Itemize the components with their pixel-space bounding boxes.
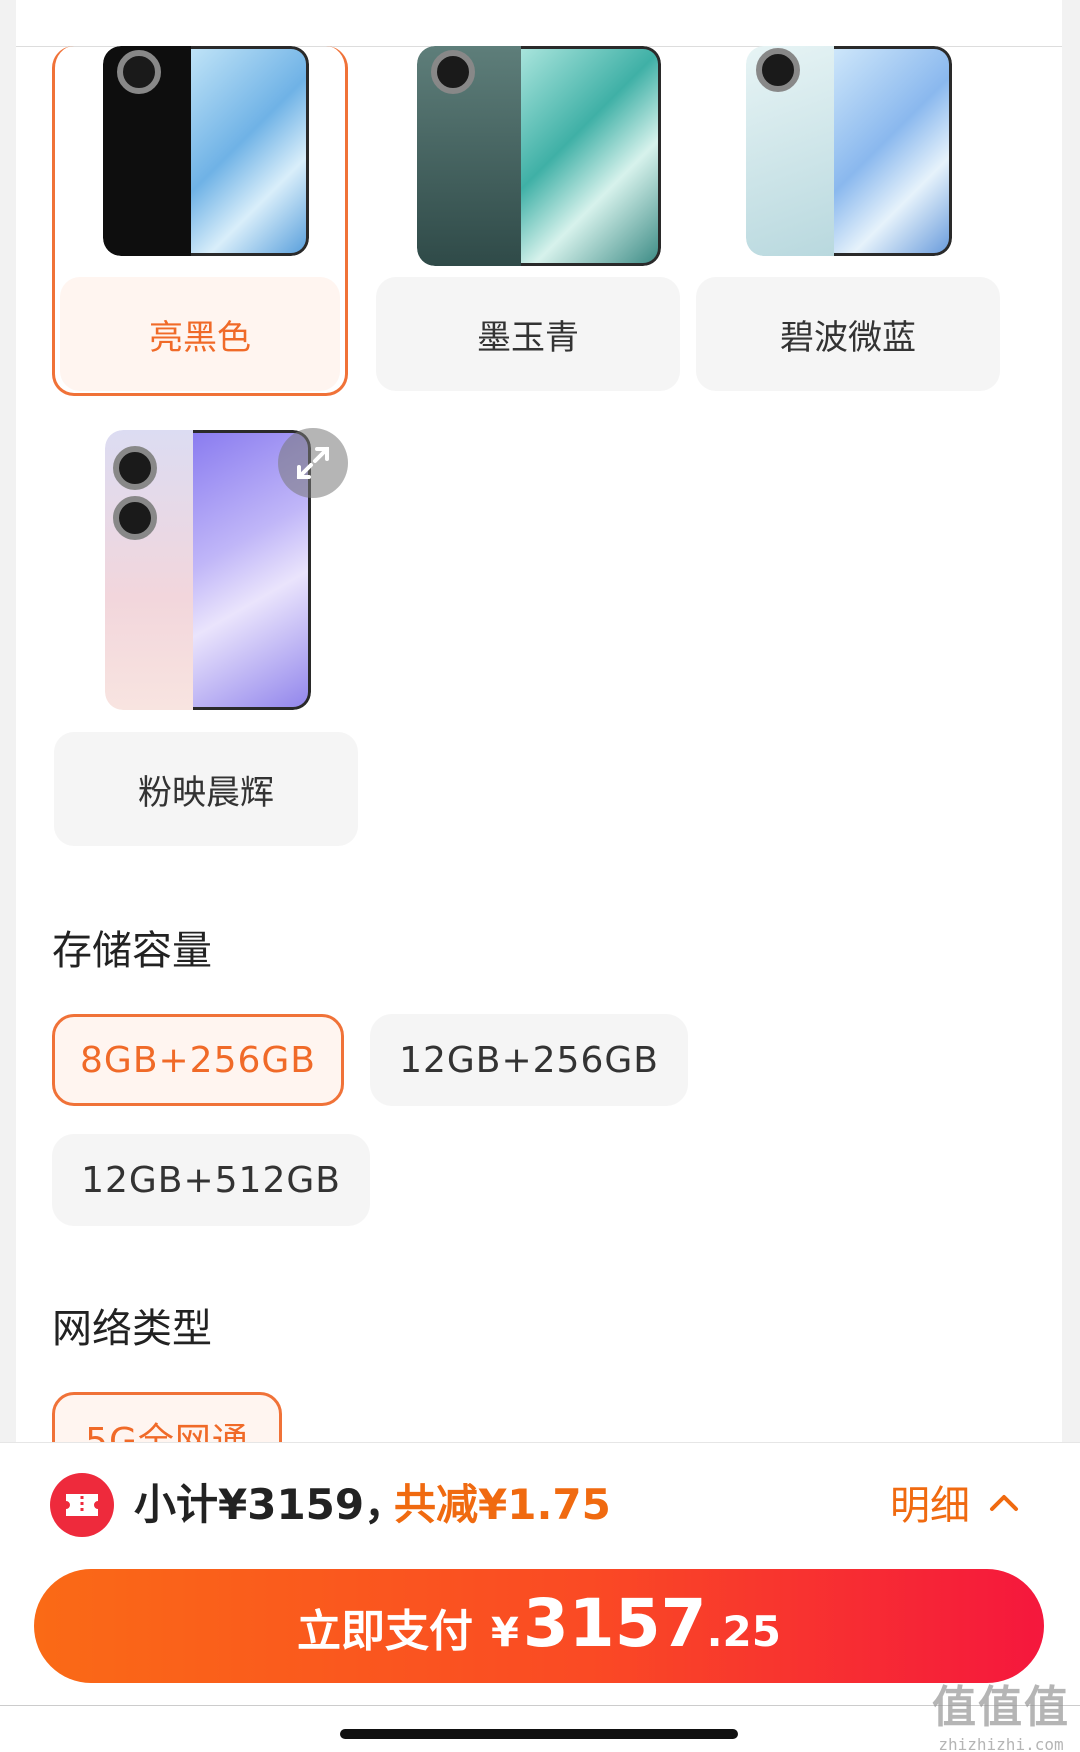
color-option-black[interactable]: 亮黑色 xyxy=(52,46,348,396)
color-label-green: 墨玉青 xyxy=(376,277,680,391)
home-indicator[interactable] xyxy=(340,1729,738,1739)
expand-arrows-icon xyxy=(297,447,329,479)
product-options-screen: 亮黑色 墨玉青 碧波微蓝 粉映晨辉 存储容量 8GB+256GB 12GB+25… xyxy=(0,0,1080,1752)
detail-label: 明细 xyxy=(890,1483,970,1529)
ticket-icon xyxy=(50,1473,114,1537)
price-detail-toggle[interactable]: 明细 xyxy=(890,1473,1020,1531)
color-label-black: 亮黑色 xyxy=(60,277,340,391)
bottom-divider xyxy=(0,1705,1080,1706)
pay-amount-integer: 3157 xyxy=(522,1585,707,1662)
pay-amount-decimal: .25 xyxy=(706,1607,781,1656)
storage-option-12-512[interactable]: 12GB+512GB xyxy=(52,1134,370,1226)
watermark-url: zhizhizhi.com xyxy=(938,1735,1064,1752)
chevron-up-icon xyxy=(990,1495,1018,1511)
network-section-title: 网络类型 xyxy=(52,1306,212,1352)
color-label-blue: 碧波微蓝 xyxy=(696,277,1000,391)
phone-image-blue xyxy=(746,46,952,256)
phone-image-black xyxy=(103,46,309,256)
phone-image-green xyxy=(417,46,661,266)
pay-currency: ¥ xyxy=(491,1610,519,1656)
subtotal-text: 小计¥3159， xyxy=(134,1480,407,1529)
watermark: 值值值 zhizhizhi.com xyxy=(932,1671,1070,1752)
storage-section-title: 存储容量 xyxy=(52,928,212,974)
pay-now-button[interactable]: 立即支付 ¥ 3157 .25 xyxy=(34,1569,1044,1683)
discount-text: 共减¥1.75 xyxy=(394,1480,611,1529)
pay-label: 立即支付 xyxy=(297,1606,474,1657)
checkout-bar: 小计¥3159， 共减¥1.75 明细 立即支付 ¥ 3157 .25 值值值 … xyxy=(0,1442,1080,1752)
expand-preview-button[interactable] xyxy=(278,428,348,498)
storage-option-8-256[interactable]: 8GB+256GB xyxy=(52,1014,344,1106)
color-label-pink: 粉映晨辉 xyxy=(54,732,358,846)
watermark-logo: 值值值 xyxy=(932,1682,1070,1733)
storage-option-12-256[interactable]: 12GB+256GB xyxy=(370,1014,688,1106)
options-sheet: 亮黑色 墨玉青 碧波微蓝 粉映晨辉 存储容量 8GB+256GB 12GB+25… xyxy=(16,0,1062,1484)
